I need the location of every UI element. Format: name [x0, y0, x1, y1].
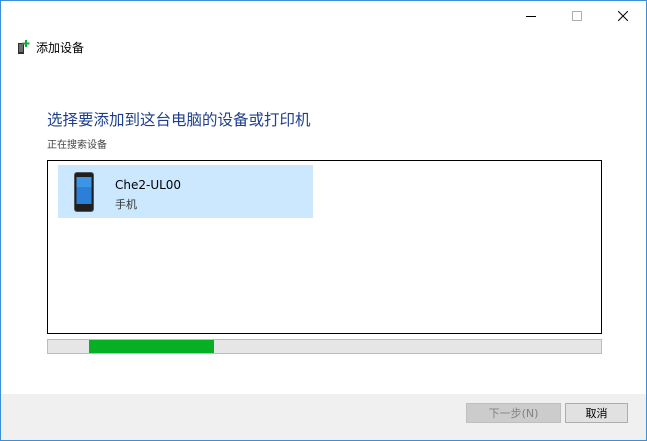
window-controls [508, 1, 646, 31]
next-button[interactable]: 下一步(N) [466, 403, 561, 423]
cancel-button[interactable]: 取消 [565, 403, 628, 423]
maximize-icon [572, 11, 582, 21]
add-device-icon [18, 40, 30, 54]
minimize-button[interactable] [508, 1, 554, 31]
dialog-footer: 下一步(N) 取消 [1, 394, 646, 440]
close-button[interactable] [600, 1, 646, 31]
device-list[interactable]: Che2-UL00 手机 [47, 160, 602, 334]
device-name: Che2-UL00 [115, 178, 182, 192]
close-icon [618, 11, 628, 21]
maximize-button[interactable] [554, 1, 600, 31]
device-list-item[interactable]: Che2-UL00 手机 [58, 165, 313, 218]
progress-fill [89, 340, 214, 353]
page-title: 选择要添加到这台电脑的设备或打印机 [47, 111, 311, 129]
phone-icon [74, 172, 94, 212]
window-header: 添加设备 [17, 37, 84, 57]
window-title: 添加设备 [36, 40, 85, 55]
add-device-window: 添加设备 选择要添加到这台电脑的设备或打印机 正在搜索设备 Che2-UL00 … [0, 0, 647, 441]
search-progress-bar [47, 339, 602, 354]
minimize-icon [526, 16, 536, 17]
device-type: 手机 [115, 198, 137, 211]
search-status: 正在搜索设备 [47, 140, 107, 151]
